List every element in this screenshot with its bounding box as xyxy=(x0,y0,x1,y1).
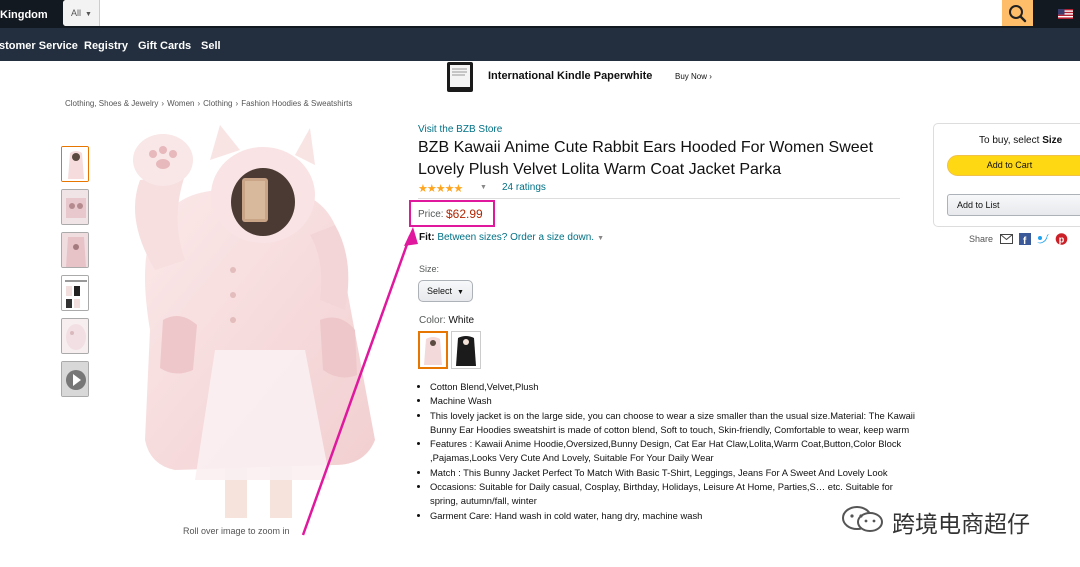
kindle-buy-now-link[interactable]: Buy Now › xyxy=(675,72,712,81)
us-flag-icon[interactable] xyxy=(1058,9,1073,19)
feature-bullet: Match : This Bunny Jacket Perfect To Mat… xyxy=(430,466,915,480)
feature-bullet: Cotton Blend,Velvet,Plush xyxy=(430,380,915,394)
nav-bar: stomer Service Registry Gift Cards Sell xyxy=(0,28,1080,61)
feature-bullet: This lovely jacket is on the large side,… xyxy=(430,409,915,438)
store-link[interactable]: Visit the BZB Store xyxy=(418,124,502,135)
watermark-text: 跨境电商超仔 xyxy=(892,511,1030,537)
thumbnail-4[interactable] xyxy=(61,275,89,311)
breadcrumb-separator: › xyxy=(197,99,201,108)
chevron-down-icon: ▼ xyxy=(457,289,464,296)
chevron-down-icon[interactable]: ▼ xyxy=(480,184,487,191)
kindle-banner-title: International Kindle Paperwhite xyxy=(488,70,653,82)
thumbnail-image xyxy=(62,147,88,181)
add-to-cart-button[interactable]: Add to Cart xyxy=(947,155,1080,176)
brand-text[interactable]: Kingdom xyxy=(0,9,48,21)
breadcrumb-item[interactable]: Women xyxy=(167,99,194,108)
buybox-label: To buy, select Size xyxy=(979,135,1062,146)
search-button[interactable] xyxy=(1002,0,1033,26)
divider xyxy=(418,198,900,199)
feature-bullet: Machine Wash xyxy=(430,394,915,408)
main-product-image[interactable] xyxy=(105,120,387,518)
buybox-label-size: Size xyxy=(1042,135,1063,146)
svg-text:p: p xyxy=(1059,235,1065,245)
nav-item-registry[interactable]: Registry xyxy=(84,40,128,52)
color-value: White xyxy=(448,315,475,326)
breadcrumb-item[interactable]: Fashion Hoodies & Sweatshirts xyxy=(241,99,352,108)
pinterest-icon[interactable]: p xyxy=(1055,233,1068,245)
kindle-device-icon xyxy=(447,62,473,92)
fit-label: Fit: xyxy=(419,232,435,243)
breadcrumb-item[interactable]: Clothing, Shoes & Jewelry xyxy=(65,99,158,108)
nav-item-sell[interactable]: Sell xyxy=(201,40,221,52)
twitter-icon[interactable] xyxy=(1036,233,1049,245)
size-dropdown[interactable]: Select ▼ xyxy=(418,280,473,302)
color-row: Color: White xyxy=(419,315,474,326)
wechat-icon xyxy=(842,506,883,532)
play-video-icon xyxy=(62,362,88,396)
buybox-label-prefix: To buy, select xyxy=(979,135,1040,146)
nav-item-gift-cards[interactable]: Gift Cards xyxy=(138,40,191,52)
chevron-down-icon: ▼ xyxy=(85,11,92,18)
top-header: Kingdom All ▼ xyxy=(0,0,1080,28)
facebook-icon[interactable]: f xyxy=(1019,233,1032,245)
thumbnail-image xyxy=(62,319,88,353)
color-swatch-white[interactable] xyxy=(418,331,448,369)
swatch-image xyxy=(420,333,446,367)
thumbnail-3[interactable] xyxy=(61,232,89,268)
thumbnail-1[interactable] xyxy=(61,146,89,182)
thumbnail-image xyxy=(62,233,88,267)
ratings-count-link[interactable]: 24 ratings xyxy=(502,182,546,193)
search-input[interactable] xyxy=(101,0,991,26)
search-category-dropdown[interactable]: All ▼ xyxy=(63,0,100,26)
feature-bullets: Cotton Blend,Velvet,Plush Machine Wash T… xyxy=(418,380,915,523)
thumbnail-image xyxy=(62,190,88,224)
color-label: Color: xyxy=(419,315,446,326)
add-to-list-button[interactable]: Add to List xyxy=(947,194,1080,216)
email-icon[interactable] xyxy=(1000,233,1013,245)
thumbnail-image xyxy=(62,276,88,310)
swatch-image xyxy=(452,332,480,368)
breadcrumb-separator: › xyxy=(161,99,165,108)
price-value: $62.99 xyxy=(446,207,483,221)
share-label: Share xyxy=(969,234,994,244)
price-label: Price: xyxy=(418,209,444,220)
nav-item-customer-service[interactable]: stomer Service xyxy=(0,40,78,52)
chevron-down-icon: ▼ xyxy=(597,235,605,242)
fit-advice[interactable]: Fit: Between sizes? Order a size down. ▼ xyxy=(419,232,604,243)
star-rating-icon[interactable]: ★★★★★ xyxy=(418,182,463,195)
breadcrumb: Clothing, Shoes & Jewelry › Women › Clothing… xyxy=(65,99,352,108)
size-dropdown-value: Select xyxy=(427,286,453,296)
zoom-hint: Roll over image to zoom in xyxy=(183,526,290,536)
search-bar: All ▼ xyxy=(63,0,1033,26)
color-swatch-black[interactable] xyxy=(451,331,481,369)
feature-bullet: Features : Kawaii Anime Hoodie,Oversized… xyxy=(430,437,915,466)
size-label: Size: xyxy=(419,264,440,274)
product-title: BZB Kawaii Anime Cute Rabbit Ears Hooded… xyxy=(418,139,874,178)
breadcrumb-separator: › xyxy=(235,99,239,108)
breadcrumb-item[interactable]: Clothing xyxy=(203,99,232,108)
thumbnail-2[interactable] xyxy=(61,189,89,225)
fit-advice-text: Between sizes? Order a size down. xyxy=(437,232,595,243)
search-icon xyxy=(1009,5,1027,23)
thumbnail-5[interactable] xyxy=(61,318,89,354)
thumbnail-video[interactable] xyxy=(61,361,89,397)
search-category-label: All xyxy=(71,8,82,18)
